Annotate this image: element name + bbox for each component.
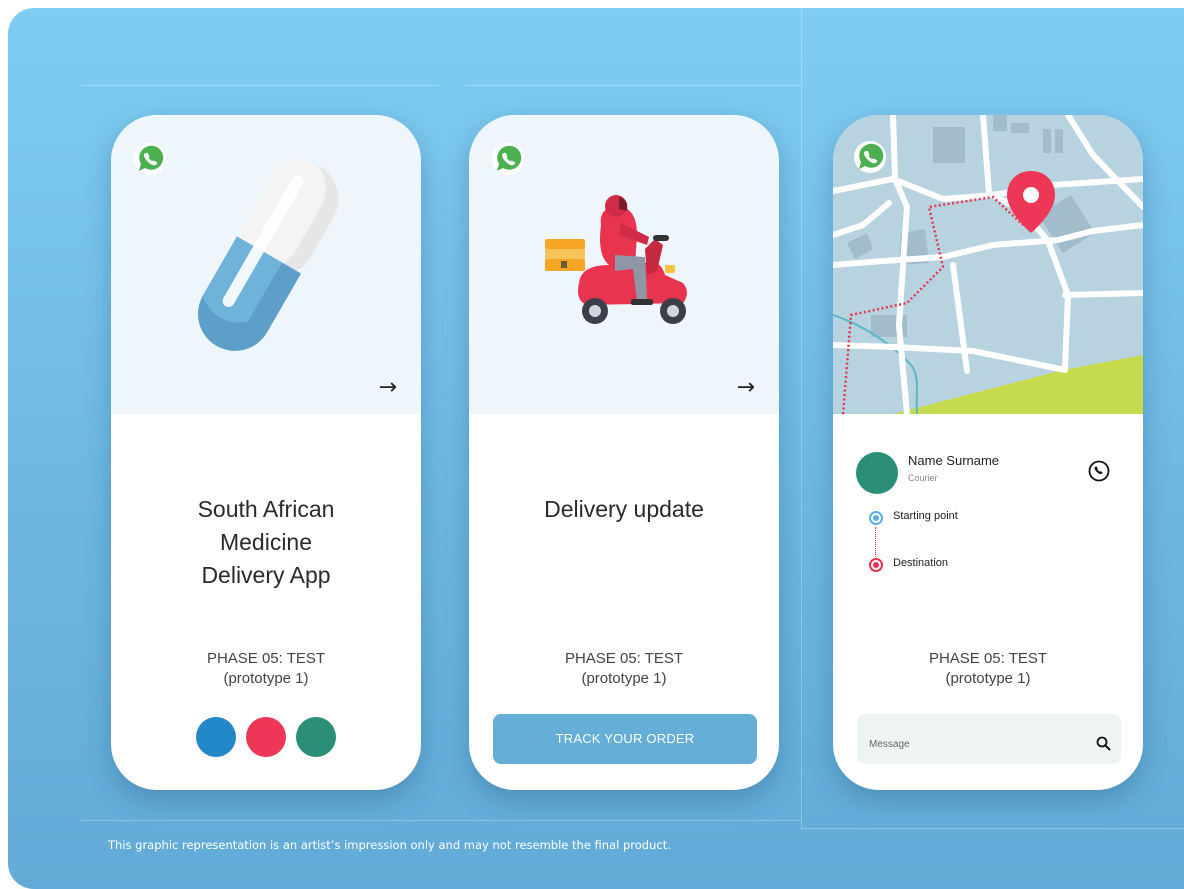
destination-marker (869, 558, 883, 572)
whatsapp-icon[interactable] (853, 140, 887, 174)
search-icon[interactable] (1096, 736, 1111, 751)
call-phone-icon[interactable] (1088, 460, 1110, 482)
phone-screen-tracking: Name Surname Courier Starting point Dest… (833, 115, 1143, 790)
delivery-scooter-icon (545, 195, 687, 324)
courier-avatar (856, 452, 898, 494)
message-placeholder: Message (869, 739, 910, 750)
phase-label: PHASE 05: TEST (prototype 1) (928, 650, 1048, 687)
app-title: South African Medicine Delivery App (197, 496, 335, 588)
disclaimer-text: This graphic representation is an artist… (108, 838, 671, 852)
phase-label: PHASE 05: TEST (prototype 1) (564, 650, 684, 687)
courier-role: Courier (908, 473, 938, 483)
swatch-green[interactable] (296, 717, 336, 757)
guide-line (81, 820, 801, 821)
guide-line (81, 85, 439, 86)
phone-screen-delivery-update: → Delivery update PHASE 05: TEST (protot… (469, 115, 779, 790)
guide-line (801, 828, 1184, 829)
pill-capsule-icon (198, 159, 339, 351)
swatch-blue[interactable] (196, 717, 236, 757)
guide-line (801, 8, 802, 86)
guide-line (465, 85, 801, 86)
courier-name: Name Surname (908, 453, 1000, 468)
track-order-button[interactable]: TRACK YOUR ORDER (493, 714, 757, 764)
starting-point-marker (869, 511, 883, 525)
screen-title: Delivery update (544, 496, 704, 522)
destination-label: Destination (893, 557, 949, 569)
guide-line (801, 86, 802, 828)
starting-point-label: Starting point (893, 510, 958, 522)
hero-panel: → (111, 115, 421, 414)
phone-screen-welcome: → South African Medicine Delivery App PH… (111, 115, 421, 790)
next-arrow-icon[interactable]: → (737, 377, 755, 399)
route-connector (875, 527, 876, 557)
swatch-red[interactable] (246, 717, 286, 757)
message-input[interactable]: Message (857, 714, 1121, 764)
color-swatches (196, 717, 336, 757)
hero-panel: → (469, 115, 779, 414)
phase-label: PHASE 05: TEST (prototype 1) (206, 650, 326, 687)
next-arrow-icon[interactable]: → (379, 377, 397, 399)
